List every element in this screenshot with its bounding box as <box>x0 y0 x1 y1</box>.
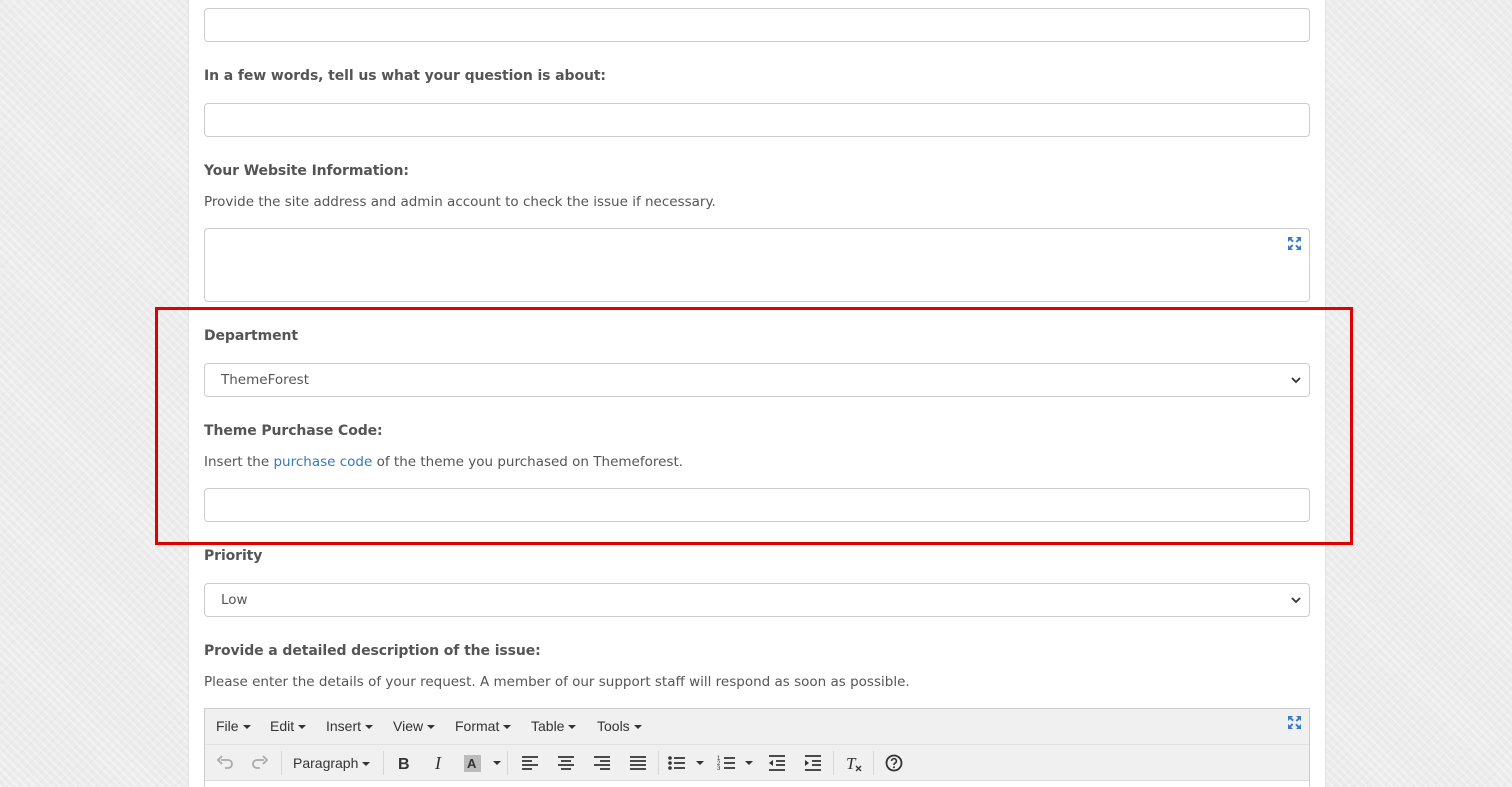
menu-file[interactable]: File <box>216 718 251 734</box>
description-label: Provide a detailed description of the is… <box>204 643 541 659</box>
menu-insert-label: Insert <box>326 718 362 734</box>
redo-icon[interactable] <box>250 753 270 773</box>
menu-table-label: Table <box>531 718 565 734</box>
svg-text:T: T <box>846 754 857 773</box>
bullet-list-icon[interactable] <box>667 753 687 773</box>
menu-file-label: File <box>216 718 239 734</box>
outdent-icon[interactable] <box>767 753 787 773</box>
toolbar-separator <box>507 751 508 775</box>
menu-table[interactable]: Table <box>531 718 577 734</box>
chevron-down-icon <box>1291 597 1301 604</box>
toolbar-separator <box>833 751 834 775</box>
undo-icon[interactable] <box>215 753 235 773</box>
color-dropdown-caret[interactable] <box>493 761 501 765</box>
menu-format[interactable]: Format <box>455 718 512 734</box>
editor-toolbar: Paragraph B I A 123 T <box>205 745 1309 781</box>
numbered-list-icon[interactable]: 123 <box>717 753 737 773</box>
website-help-text: Provide the site address and admin accou… <box>204 194 716 210</box>
description-help-text: Please enter the details of your request… <box>204 674 910 690</box>
indent-icon[interactable] <box>803 753 823 773</box>
rich-text-editor[interactable]: File Edit Insert View Format Table Tools… <box>204 708 1310 787</box>
align-center-icon[interactable] <box>556 753 576 773</box>
menu-tools[interactable]: Tools <box>597 718 642 734</box>
numbered-list-caret[interactable] <box>745 761 753 765</box>
menu-view-label: View <box>393 718 424 734</box>
menu-format-label: Format <box>455 718 500 734</box>
priority-select[interactable]: Low <box>204 583 1310 617</box>
menu-edit-label: Edit <box>270 718 295 734</box>
background-color-icon[interactable]: A <box>463 753 483 773</box>
toolbar-separator <box>873 751 874 775</box>
priority-label: Priority <box>204 548 263 564</box>
align-right-icon[interactable] <box>592 753 612 773</box>
menu-edit[interactable]: Edit <box>270 718 307 734</box>
toolbar-separator <box>658 751 659 775</box>
fullscreen-icon[interactable] <box>1288 716 1301 729</box>
question-input[interactable] <box>204 103 1310 137</box>
question-label: In a few words, tell us what your questi… <box>204 68 606 84</box>
menu-tools-label: Tools <box>597 718 630 734</box>
priority-selected-value: Low <box>221 592 248 608</box>
svg-text:B: B <box>398 756 410 773</box>
block-format-dropdown[interactable]: Paragraph <box>293 755 371 771</box>
svg-text:3: 3 <box>717 766 721 772</box>
italic-icon[interactable]: I <box>429 753 449 773</box>
editor-menubar: File Edit Insert View Format Table Tools <box>205 709 1309 745</box>
bold-icon[interactable]: B <box>393 753 413 773</box>
align-justify-icon[interactable] <box>628 753 648 773</box>
block-format-label: Paragraph <box>293 755 359 771</box>
bullet-list-caret[interactable] <box>696 761 704 765</box>
toolbar-separator <box>383 751 384 775</box>
align-left-icon[interactable] <box>520 753 540 773</box>
menu-view[interactable]: View <box>393 718 436 734</box>
clear-formatting-icon[interactable]: T <box>843 753 863 773</box>
svg-text:A: A <box>467 756 477 771</box>
svg-text:I: I <box>434 753 442 773</box>
website-label: Your Website Information: <box>204 163 409 179</box>
toolbar-separator <box>281 751 282 775</box>
fullscreen-icon[interactable] <box>1288 237 1301 250</box>
website-textarea[interactable] <box>204 228 1310 302</box>
top-text-input[interactable] <box>204 8 1310 42</box>
help-icon[interactable] <box>884 753 904 773</box>
highlight-box <box>155 307 1353 545</box>
menu-insert[interactable]: Insert <box>326 718 374 734</box>
